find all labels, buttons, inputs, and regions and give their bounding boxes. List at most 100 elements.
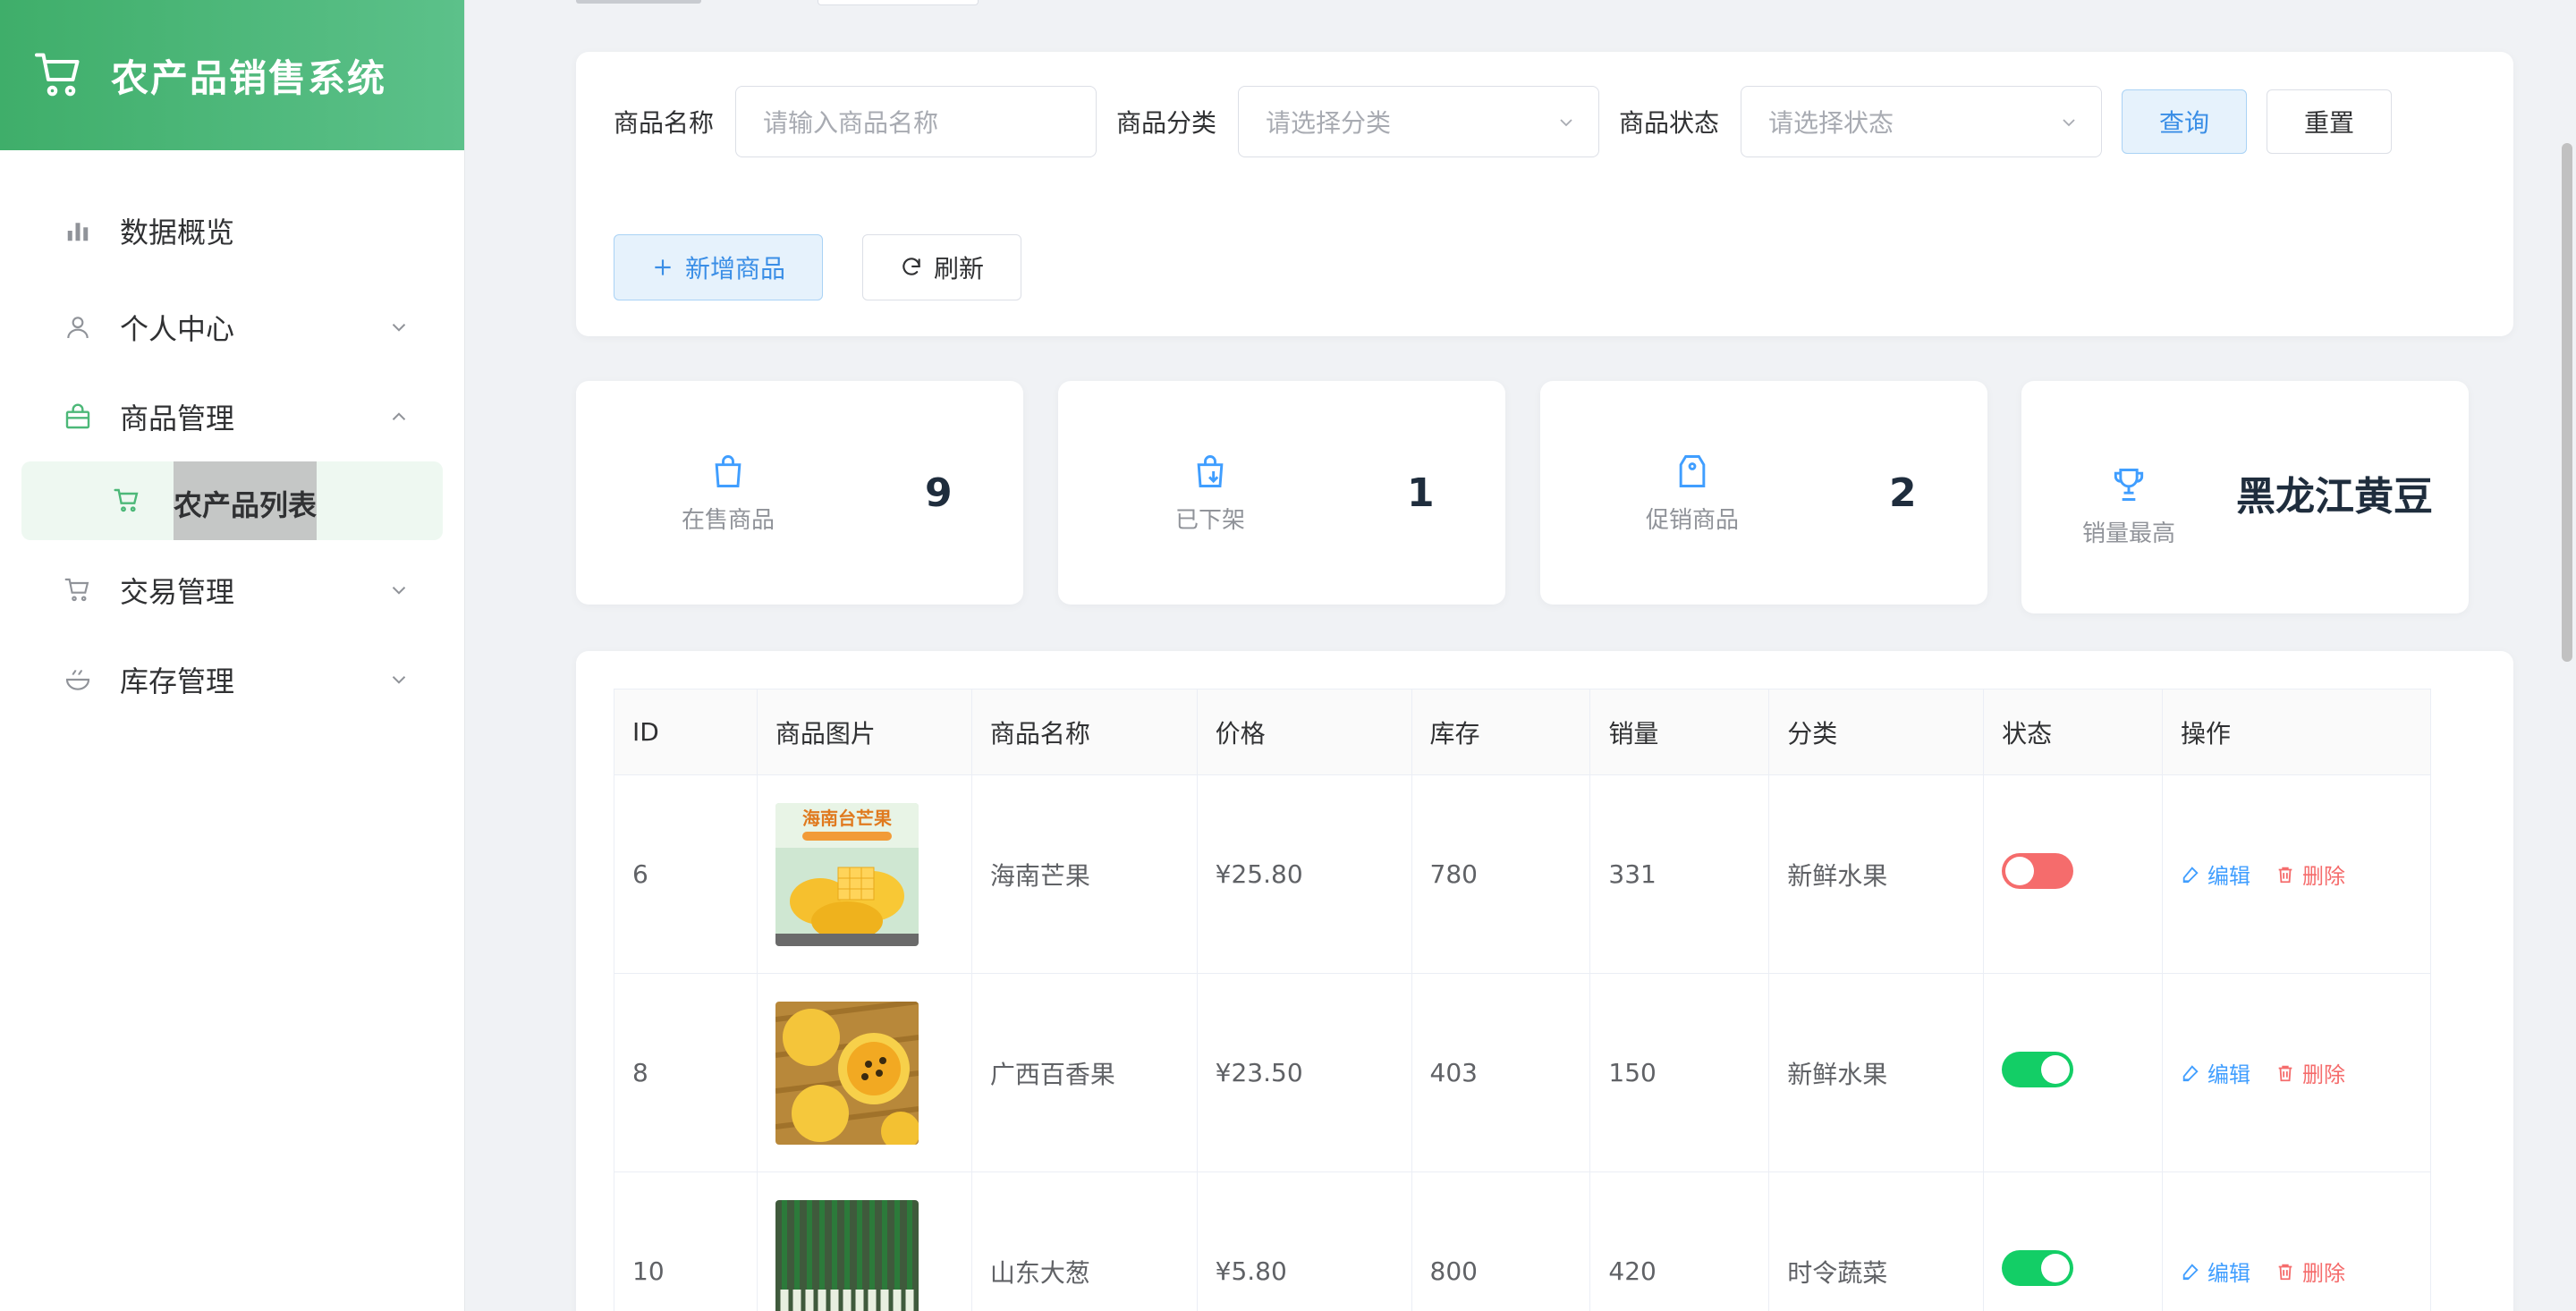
trophy-icon — [2114, 468, 2144, 501]
category-select[interactable]: 请选择分类 — [1238, 86, 1600, 157]
action-row: 新增商品 刷新 — [614, 234, 1021, 300]
product-table: ID 商品图片 商品名称 价格 库存 销量 分类 状态 操作 6 海南台芒果 海… — [614, 689, 2431, 1311]
bar-chart-icon — [63, 216, 93, 246]
delete-button[interactable]: 删除 — [2275, 1256, 2345, 1287]
refresh-button[interactable]: 刷新 — [862, 234, 1021, 300]
cell-status — [1983, 973, 2164, 1172]
shopping-bag-icon — [63, 402, 93, 432]
add-product-button[interactable]: 新增商品 — [614, 234, 823, 300]
partial-input — [818, 0, 979, 5]
cell-sales: 420 — [1589, 1171, 1770, 1311]
delete-label: 删除 — [2302, 1062, 2346, 1087]
cell-actions: 编辑 删除 — [2162, 1171, 2431, 1311]
status-toggle[interactable] — [2002, 853, 2074, 889]
status-toggle[interactable] — [2002, 1052, 2074, 1087]
toggle-knob — [2005, 857, 2035, 885]
sidebar-item-inventory[interactable]: 库存管理 — [0, 635, 464, 724]
stat-label: 促销商品 — [1645, 506, 1739, 534]
cell-image — [756, 973, 972, 1172]
delete-button[interactable]: 删除 — [2275, 858, 2345, 890]
cell-image: 海南台芒果 — [756, 774, 972, 974]
cart-logo-icon — [35, 53, 80, 97]
table-row: 6 海南台芒果 海南芒果 ¥25.80 780 331 新鲜水果 编辑 删除 — [614, 774, 2431, 974]
cell-status — [1983, 1171, 2164, 1311]
sidebar-item-profile[interactable]: 个人中心 — [0, 283, 464, 372]
edit-button[interactable]: 编辑 — [2181, 858, 2250, 890]
column-header-image[interactable]: 商品图片 — [756, 689, 972, 775]
delete-button[interactable]: 删除 — [2275, 1057, 2345, 1088]
bag-down-icon — [1197, 454, 1224, 487]
brand-header: 农产品销售系统 — [0, 0, 464, 150]
filter-row: 商品名称 请输入商品名称 商品分类 请选择分类 商品状态 请选择状态 查询 重置 — [614, 86, 2393, 157]
column-header-actions[interactable]: 操作 — [2162, 689, 2431, 775]
sidebar-subitem-product-list[interactable]: 农产品列表 — [21, 461, 443, 540]
stat-card-on-sale: 在售商品 9 — [576, 381, 1023, 605]
chevron-down-icon — [392, 587, 406, 595]
tag-icon — [1679, 454, 1706, 487]
chevron-down-icon — [392, 676, 406, 684]
cell-id: 8 — [614, 973, 758, 1172]
sidebar-item-label: 数据概览 — [120, 216, 235, 250]
sidebar-item-trade[interactable]: 交易管理 — [0, 546, 464, 635]
name-filter-label: 商品名称 — [614, 108, 715, 138]
chevron-down-icon — [1560, 119, 1572, 127]
partial-text — [576, 0, 701, 4]
cell-status — [1983, 774, 2164, 974]
column-header-stock[interactable]: 库存 — [1411, 689, 1591, 775]
sidebar-subitem-label: 农产品列表 — [174, 461, 318, 540]
status-select-placeholder: 请选择状态 — [1768, 108, 1894, 138]
cell-name: 海南芒果 — [970, 774, 1198, 974]
edit-label: 编辑 — [2207, 1062, 2251, 1087]
stat-value: 黑龙江黄豆 — [2236, 474, 2433, 520]
cell-actions: 编辑 删除 — [2162, 774, 2431, 974]
refresh-label: 刷新 — [933, 254, 984, 283]
status-select[interactable]: 请选择状态 — [1741, 86, 2103, 157]
chevron-down-icon — [2063, 119, 2075, 127]
edit-button[interactable]: 编辑 — [2181, 1256, 2250, 1287]
table-row: 8 广西百香果 ¥23.50 403 150 新鲜水果 编辑 删除 — [614, 973, 2431, 1172]
edit-button[interactable]: 编辑 — [2181, 1057, 2250, 1088]
column-header-sales[interactable]: 销量 — [1589, 689, 1770, 775]
sidebar-item-products[interactable]: 商品管理 — [0, 372, 464, 461]
green-onion-image[interactable] — [775, 1199, 919, 1311]
plus-icon — [655, 259, 671, 275]
delete-label: 删除 — [2302, 1261, 2346, 1286]
bag-icon — [715, 454, 741, 487]
chevron-down-icon — [392, 324, 406, 332]
stat-label: 销量最高 — [2081, 520, 2175, 547]
mango-image[interactable]: 海南台芒果 — [775, 802, 919, 946]
cell-image — [756, 1171, 972, 1311]
table-header-row: ID 商品图片 商品名称 价格 库存 销量 分类 状态 操作 — [614, 689, 2431, 775]
column-header-price[interactable]: 价格 — [1196, 689, 1412, 775]
chevron-up-icon — [392, 412, 406, 420]
filter-card: 商品名称 请输入商品名称 商品分类 请选择分类 商品状态 请选择状态 查询 重置… — [576, 52, 2513, 336]
cell-stock: 780 — [1411, 774, 1591, 974]
sidebar-item-label: 交易管理 — [120, 575, 235, 609]
edit-icon — [2182, 1064, 2199, 1081]
column-header-status[interactable]: 状态 — [1983, 689, 2164, 775]
sidebar-item-dashboard[interactable]: 数据概览 — [0, 186, 464, 275]
column-header-name[interactable]: 商品名称 — [970, 689, 1198, 775]
column-header-id[interactable]: ID — [614, 689, 758, 775]
query-button[interactable]: 查询 — [2122, 89, 2248, 154]
column-header-category[interactable]: 分类 — [1768, 689, 1985, 775]
name-search-input[interactable]: 请输入商品名称 — [735, 86, 1097, 157]
edit-icon — [2182, 1263, 2199, 1280]
status-toggle[interactable] — [2002, 1250, 2074, 1286]
passion-fruit-image[interactable] — [775, 1001, 919, 1145]
sidebar-item-label: 库存管理 — [120, 664, 235, 698]
cell-id: 10 — [614, 1171, 758, 1311]
scrollbar-thumb[interactable] — [2562, 143, 2572, 662]
stat-card-top-sales: 销量最高 黑龙江黄豆 — [2021, 381, 2469, 613]
stat-value: 1 — [1407, 469, 1435, 516]
cell-name: 广西百香果 — [970, 973, 1198, 1172]
trash-icon — [2278, 1065, 2292, 1081]
reset-button[interactable]: 重置 — [2267, 89, 2393, 154]
app-title: 农产品销售系统 — [111, 55, 387, 100]
edit-icon — [2182, 866, 2199, 883]
user-icon — [63, 312, 93, 343]
sidebar-item-label: 商品管理 — [120, 402, 235, 436]
sidebar: 农产品销售系统 数据概览 个人中心 商品管理 农产品列表 交易管理 库存管理 — [0, 0, 465, 1311]
sidebar-menu: 数据概览 个人中心 商品管理 农产品列表 交易管理 库存管理 — [0, 150, 464, 724]
refresh-icon — [902, 258, 920, 275]
